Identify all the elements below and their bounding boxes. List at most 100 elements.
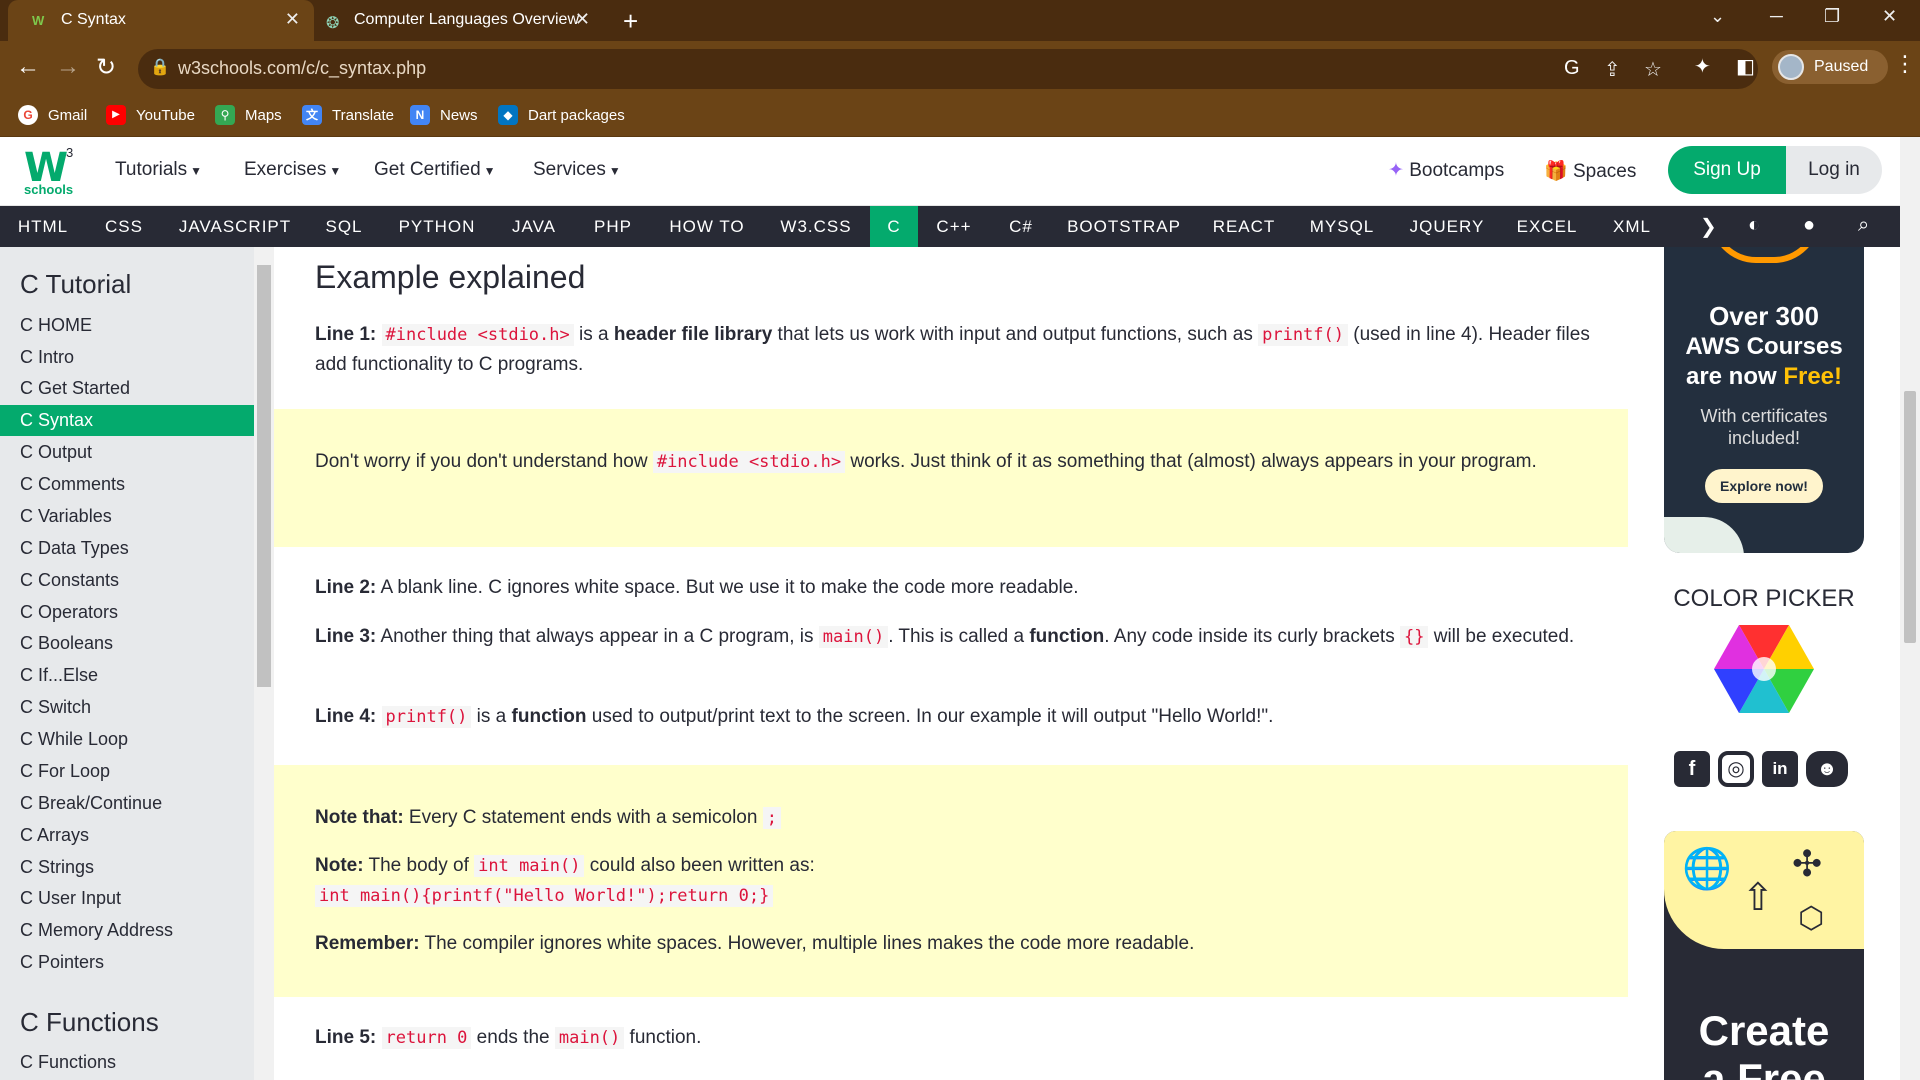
sidebar-item-c-get-started[interactable]: C Get Started: [0, 373, 254, 404]
lock-icon[interactable]: 🔒: [150, 57, 170, 77]
topic-c[interactable]: C: [870, 206, 918, 247]
google-lens-icon[interactable]: G: [1564, 57, 1580, 80]
minimize-icon[interactable]: ─: [1770, 6, 1783, 27]
sidebar-item-c-switch[interactable]: C Switch: [0, 692, 254, 723]
sidebar-item-c-intro[interactable]: C Intro: [0, 342, 254, 373]
sidebar-item-c-break-continue[interactable]: C Break/Continue: [0, 788, 254, 819]
youtube-icon: ▶: [106, 105, 126, 125]
sidebar-item-c-strings[interactable]: C Strings: [0, 852, 254, 883]
spaces-link[interactable]: 🎁 Spaces: [1544, 159, 1636, 183]
sidebar-item-c-operators[interactable]: C Operators: [0, 597, 254, 628]
bookmark-translate[interactable]: 文 Translate: [302, 105, 394, 125]
sidebar-item-c-for-loop[interactable]: C For Loop: [0, 756, 254, 787]
sidebar-item-c-while-loop[interactable]: C While Loop: [0, 724, 254, 755]
share-icon[interactable]: ⇪: [1604, 57, 1621, 82]
page-scrollbar[interactable]: [1900, 137, 1920, 1080]
line5-paragraph: Line 5: return 0 ends the main() functio…: [315, 1027, 702, 1049]
search-icon[interactable]: ⌕: [1858, 214, 1869, 237]
note-that-paragraph: Note that: Every C statement ends with a…: [315, 803, 1605, 833]
forward-arrow-icon[interactable]: →: [56, 53, 80, 81]
profile-button[interactable]: Paused: [1772, 50, 1888, 84]
new-tab-plus-icon[interactable]: +: [623, 6, 638, 37]
sidebar-item-c-user-input[interactable]: C User Input: [0, 883, 254, 914]
note-include-paragraph: Don't worry if you don't understand how …: [315, 451, 1537, 473]
facebook-icon[interactable]: f: [1674, 751, 1710, 787]
menu-tutorials[interactable]: Tutorials ▼: [115, 159, 202, 181]
topic-css[interactable]: CSS: [86, 206, 162, 247]
tab-computer-languages[interactable]: ❂ Computer Languages Overview ✕: [314, 0, 604, 41]
sign-up-button[interactable]: Sign Up: [1668, 146, 1786, 194]
sidebar-scroll-thumb[interactable]: [257, 265, 271, 687]
menu-exercises[interactable]: Exercises ▼: [244, 159, 341, 181]
color-picker-wheel-icon[interactable]: [1714, 625, 1814, 713]
topic-python[interactable]: PYTHON: [380, 206, 494, 247]
topic-sql[interactable]: SQL: [308, 206, 380, 247]
window-close-icon[interactable]: ✕: [1882, 6, 1897, 27]
topic-mysql[interactable]: MYSQL: [1292, 206, 1392, 247]
topic-xml[interactable]: XML: [1592, 206, 1672, 247]
sidebar-item-c-functions[interactable]: C Functions: [0, 1047, 254, 1078]
sidebar-item-c-output[interactable]: C Output: [0, 437, 254, 468]
explore-now-button[interactable]: Explore now!: [1705, 469, 1823, 503]
log-in-button[interactable]: Log in: [1786, 146, 1882, 194]
sidebar-scrollbar[interactable]: [254, 247, 274, 1080]
page-scroll-thumb[interactable]: [1904, 391, 1916, 643]
tab-c-syntax[interactable]: W C Syntax ✕: [8, 0, 314, 41]
topic-cpp[interactable]: C++: [918, 206, 990, 247]
sidebar-item-c-home[interactable]: C HOME: [0, 310, 254, 341]
topic-html[interactable]: HTML: [0, 206, 86, 247]
maximize-icon[interactable]: ❐: [1824, 6, 1840, 27]
linkedin-icon[interactable]: in: [1762, 751, 1798, 787]
menu-get-certified[interactable]: Get Certified ▼: [374, 159, 496, 181]
topic-php[interactable]: PHP: [574, 206, 652, 247]
spaces-ad[interactable]: 🌐 ✣ ⇧ ⬡ Create a Free: [1664, 831, 1864, 1080]
sidebar-item-c-if-else[interactable]: C If...Else: [0, 660, 254, 691]
sidebar-item-c-syntax[interactable]: C Syntax: [0, 405, 254, 436]
sidebar-item-c-memory-address[interactable]: C Memory Address: [0, 915, 254, 946]
more-menu-icon[interactable]: ⋮: [1894, 51, 1916, 77]
reload-icon[interactable]: ↻: [96, 53, 116, 82]
bookmark-maps[interactable]: ⚲ Maps: [215, 105, 282, 125]
sidebar-item-c-comments[interactable]: C Comments: [0, 469, 254, 500]
sidebar-item-c-data-types[interactable]: C Data Types: [0, 533, 254, 564]
topic-java[interactable]: JAVA: [494, 206, 574, 247]
close-icon[interactable]: ✕: [285, 9, 300, 30]
topic-react[interactable]: REACT: [1196, 206, 1292, 247]
bookmark-gmail[interactable]: G Gmail: [18, 105, 87, 125]
discord-icon[interactable]: ☻: [1806, 751, 1848, 787]
bookmark-youtube[interactable]: ▶ YouTube: [106, 105, 195, 125]
topic-excel[interactable]: EXCEL: [1502, 206, 1592, 247]
address-bar[interactable]: 🔒 w3schools.com/c/c_syntax.php G ⇪ ☆: [138, 49, 1758, 89]
topic-bootstrap[interactable]: BOOTSTRAP: [1052, 206, 1196, 247]
topic-w3css[interactable]: W3.CSS: [762, 206, 870, 247]
avatar: [1778, 54, 1804, 80]
url-text[interactable]: w3schools.com/c/c_syntax.php: [178, 58, 426, 79]
sidebar-item-c-variables[interactable]: C Variables: [0, 501, 254, 532]
back-arrow-icon[interactable]: ←: [16, 53, 40, 81]
sidebar-item-c-constants[interactable]: C Constants: [0, 565, 254, 596]
bootcamps-link[interactable]: ✦ Bootcamps: [1388, 159, 1504, 182]
sidebar-item-c-arrays[interactable]: C Arrays: [0, 820, 254, 851]
topic-how-to[interactable]: HOW TO: [652, 206, 762, 247]
topic-jquery[interactable]: JQUERY: [1392, 206, 1502, 247]
gift-icon: 🎁: [1544, 161, 1568, 182]
tab-search-chevron-icon[interactable]: ⌄: [1710, 6, 1725, 27]
extensions-puzzle-icon[interactable]: ✦: [1694, 54, 1711, 79]
close-icon[interactable]: ✕: [575, 9, 590, 30]
bookmark-star-icon[interactable]: ☆: [1644, 57, 1662, 82]
sidebar-item-c-booleans[interactable]: C Booleans: [0, 628, 254, 659]
instagram-icon[interactable]: ◎: [1718, 751, 1754, 787]
topic-javascript[interactable]: JAVASCRIPT: [162, 206, 308, 247]
bookmark-news[interactable]: N News: [410, 105, 478, 125]
bookmark-dart-packages[interactable]: ◆ Dart packages: [498, 105, 625, 125]
globe-icon[interactable]: ●: [1803, 214, 1815, 237]
topic-csharp[interactable]: C#: [990, 206, 1052, 247]
dark-mode-icon[interactable]: ◐: [1748, 214, 1760, 237]
w3schools-logo[interactable]: W 3 schools: [22, 145, 80, 197]
sidebar-item-c-pointers[interactable]: C Pointers: [0, 947, 254, 978]
menu-services[interactable]: Services ▼: [533, 159, 621, 181]
aws-courses-ad[interactable]: Over 300 AWS Courses are now Free! With …: [1664, 247, 1864, 553]
side-panel-icon[interactable]: ◧: [1736, 54, 1755, 79]
topics-scroll-right-icon[interactable]: ❯: [1700, 214, 1717, 239]
globe-icon: 🌐: [1682, 847, 1732, 891]
